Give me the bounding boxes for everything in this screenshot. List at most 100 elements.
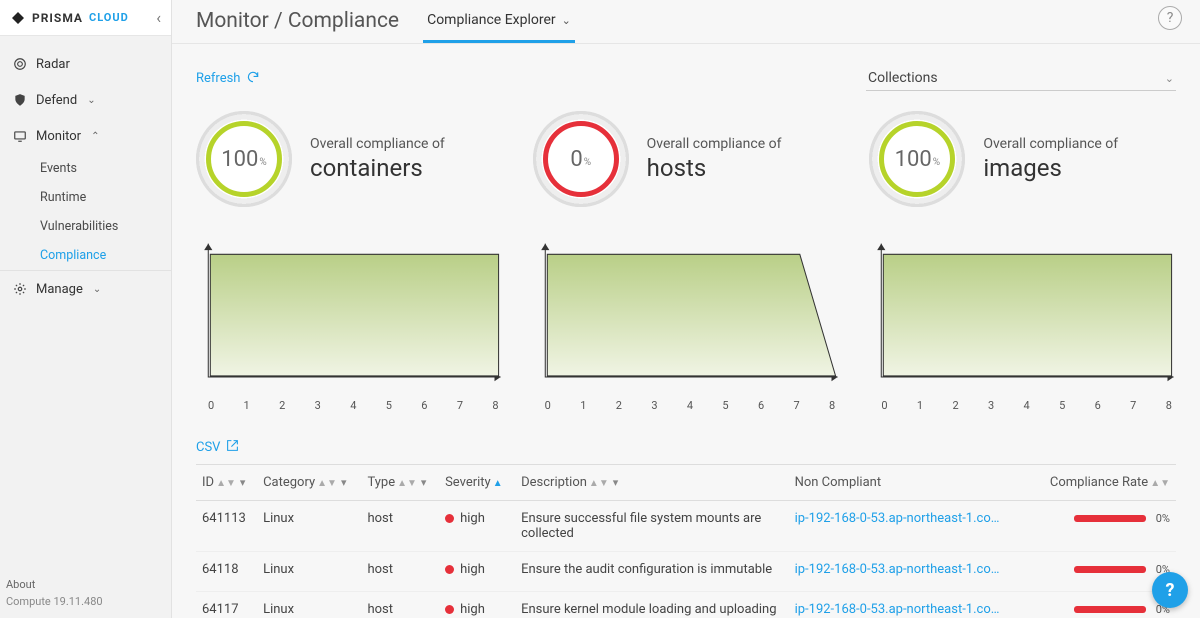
sidebar-item-label: Defend xyxy=(36,93,77,108)
rate-text: 0% xyxy=(1156,512,1170,525)
col-noncompliant[interactable]: Non Compliant xyxy=(789,465,1032,501)
noncompliant-link[interactable]: ip-192-168-0-53.ap-northeast-1.com… xyxy=(795,602,1005,617)
sidebar-nav: Radar Defend ⌄ Monitor ⌃ Events Runtime … xyxy=(0,36,171,568)
sidebar-item-monitor[interactable]: Monitor ⌃ xyxy=(0,118,171,154)
results-table: ID▲▼▾ Category▲▼▾ Type▲▼▾ Severity▲ Desc… xyxy=(196,464,1176,618)
tab-label: Compliance Explorer xyxy=(427,12,556,28)
gauge-subtitle: Overall compliance of xyxy=(310,136,445,152)
cell-noncompliant: ip-192-168-0-53.ap-northeast-1.com… xyxy=(789,592,1032,618)
severity-dot-icon xyxy=(445,605,454,614)
gauge-title: images xyxy=(983,154,1118,182)
monitor-submenu: Events Runtime Vulnerabilities Complianc… xyxy=(0,154,171,271)
severity-dot-icon xyxy=(445,565,454,574)
sidebar-item-vulnerabilities[interactable]: Vulnerabilities xyxy=(40,212,171,241)
sidebar-item-defend[interactable]: Defend ⌄ xyxy=(0,82,171,118)
gauge-title: hosts xyxy=(647,154,782,182)
table-row[interactable]: 64118LinuxhosthighEnsure the audit confi… xyxy=(196,552,1176,592)
cell-id: 641113 xyxy=(196,501,257,552)
content-toolbar: Refresh Collections ⌄ xyxy=(196,66,1176,91)
sidebar: PRISMA CLOUD ‹ Radar Defend ⌄ Monitor ⌃ … xyxy=(0,0,172,618)
sort-icon: ▲▼ xyxy=(216,478,236,489)
sidebar-item-runtime[interactable]: Runtime xyxy=(40,183,171,212)
cell-type: host xyxy=(361,552,439,592)
gauge-subtitle: Overall compliance of xyxy=(983,136,1118,152)
chevron-down-icon: ⌄ xyxy=(1165,72,1174,85)
gauge-title: containers xyxy=(310,154,445,182)
noncompliant-link[interactable]: ip-192-168-0-53.ap-northeast-1.com… xyxy=(795,511,1005,526)
col-id[interactable]: ID▲▼▾ xyxy=(196,465,257,501)
cell-category: Linux xyxy=(257,501,361,552)
col-rate[interactable]: Compliance Rate▲▼ xyxy=(1031,465,1176,501)
sidebar-item-events[interactable]: Events xyxy=(40,154,171,183)
about-link[interactable]: About xyxy=(6,578,165,591)
cell-id: 64117 xyxy=(196,592,257,618)
brand-sub: CLOUD xyxy=(89,11,129,24)
sidebar-item-manage[interactable]: Manage ⌄ xyxy=(0,271,171,307)
col-description[interactable]: Description▲▼▾ xyxy=(515,465,788,501)
table-row[interactable]: 64117LinuxhosthighEnsure kernel module l… xyxy=(196,592,1176,618)
cell-severity: high xyxy=(439,501,515,552)
table-row[interactable]: 641113LinuxhosthighEnsure successful fil… xyxy=(196,501,1176,552)
chevron-down-icon: ⌄ xyxy=(93,284,101,295)
gauge-hosts: 0% Overall compliance of hosts xyxy=(533,111,840,207)
chart-hosts: 012345678 xyxy=(533,233,840,393)
cell-description: Ensure successful file system mounts are… xyxy=(515,501,788,552)
refresh-label: Refresh xyxy=(196,71,240,86)
content: Refresh Collections ⌄ 100% Overall compl… xyxy=(172,44,1200,618)
cell-description: Ensure the audit configuration is immuta… xyxy=(515,552,788,592)
cell-id: 64118 xyxy=(196,552,257,592)
gauge-value: 100 xyxy=(895,147,932,172)
refresh-icon xyxy=(246,70,260,88)
sort-icon: ▲▼ xyxy=(317,478,337,489)
rate-bar xyxy=(1074,566,1146,573)
export-icon xyxy=(226,439,239,456)
sidebar-footer: About Compute 19.11.480 xyxy=(0,568,171,618)
filter-icon[interactable]: ▾ xyxy=(421,476,427,489)
csv-export-button[interactable]: CSV xyxy=(196,439,239,456)
gauge-row: 100% Overall compliance of containers 0%… xyxy=(196,111,1176,207)
gauge-subtitle: Overall compliance of xyxy=(647,136,782,152)
topbar: Monitor / Compliance Compliance Explorer… xyxy=(172,0,1200,44)
chart-xaxis: 012345678 xyxy=(196,397,503,412)
main: Monitor / Compliance Compliance Explorer… xyxy=(172,0,1200,618)
tab-compliance-explorer[interactable]: Compliance Explorer ⌄ xyxy=(423,4,575,43)
sidebar-item-radar[interactable]: Radar xyxy=(0,46,171,82)
cell-noncompliant: ip-192-168-0-53.ap-northeast-1.com… xyxy=(789,552,1032,592)
help-fab[interactable]: ? xyxy=(1152,572,1188,608)
sidebar-item-label: Radar xyxy=(36,57,70,72)
version-text: Compute 19.11.480 xyxy=(6,595,165,608)
rate-bar xyxy=(1074,515,1146,522)
radar-icon xyxy=(12,56,28,72)
chart-xaxis: 012345678 xyxy=(533,397,840,412)
sort-icon: ▲▼ xyxy=(1150,478,1170,489)
percent-symbol: % xyxy=(933,157,940,168)
refresh-button[interactable]: Refresh xyxy=(196,70,260,88)
help-button[interactable]: ? xyxy=(1158,6,1182,30)
cell-category: Linux xyxy=(257,592,361,618)
filter-icon[interactable]: ▾ xyxy=(341,476,347,489)
brand-name: PRISMA xyxy=(32,11,83,25)
chart-row: 012345678 012345678 012345678 xyxy=(196,233,1176,393)
csv-label: CSV xyxy=(196,440,220,455)
collections-dropdown[interactable]: Collections ⌄ xyxy=(866,66,1176,91)
rate-bar xyxy=(1074,606,1146,613)
chart-xaxis: 012345678 xyxy=(869,397,1176,412)
filter-icon[interactable]: ▾ xyxy=(240,476,246,489)
sort-asc-icon: ▲ xyxy=(493,478,503,489)
col-severity[interactable]: Severity▲ xyxy=(439,465,515,501)
cell-rate: 0% xyxy=(1031,501,1176,552)
cell-noncompliant: ip-192-168-0-53.ap-northeast-1.com… xyxy=(789,501,1032,552)
filter-icon[interactable]: ▾ xyxy=(613,476,619,489)
gear-icon xyxy=(12,281,28,297)
sidebar-collapse-icon[interactable]: ‹ xyxy=(156,8,161,27)
chevron-up-icon: ⌃ xyxy=(91,131,99,142)
cell-severity: high xyxy=(439,592,515,618)
sidebar-item-compliance[interactable]: Compliance xyxy=(40,241,171,270)
gauge-images: 100% Overall compliance of images xyxy=(869,111,1176,207)
noncompliant-link[interactable]: ip-192-168-0-53.ap-northeast-1.com… xyxy=(795,562,1005,577)
percent-symbol: % xyxy=(259,157,266,168)
col-type[interactable]: Type▲▼▾ xyxy=(361,465,439,501)
sort-icon: ▲▼ xyxy=(589,478,609,489)
cell-category: Linux xyxy=(257,552,361,592)
col-category[interactable]: Category▲▼▾ xyxy=(257,465,361,501)
